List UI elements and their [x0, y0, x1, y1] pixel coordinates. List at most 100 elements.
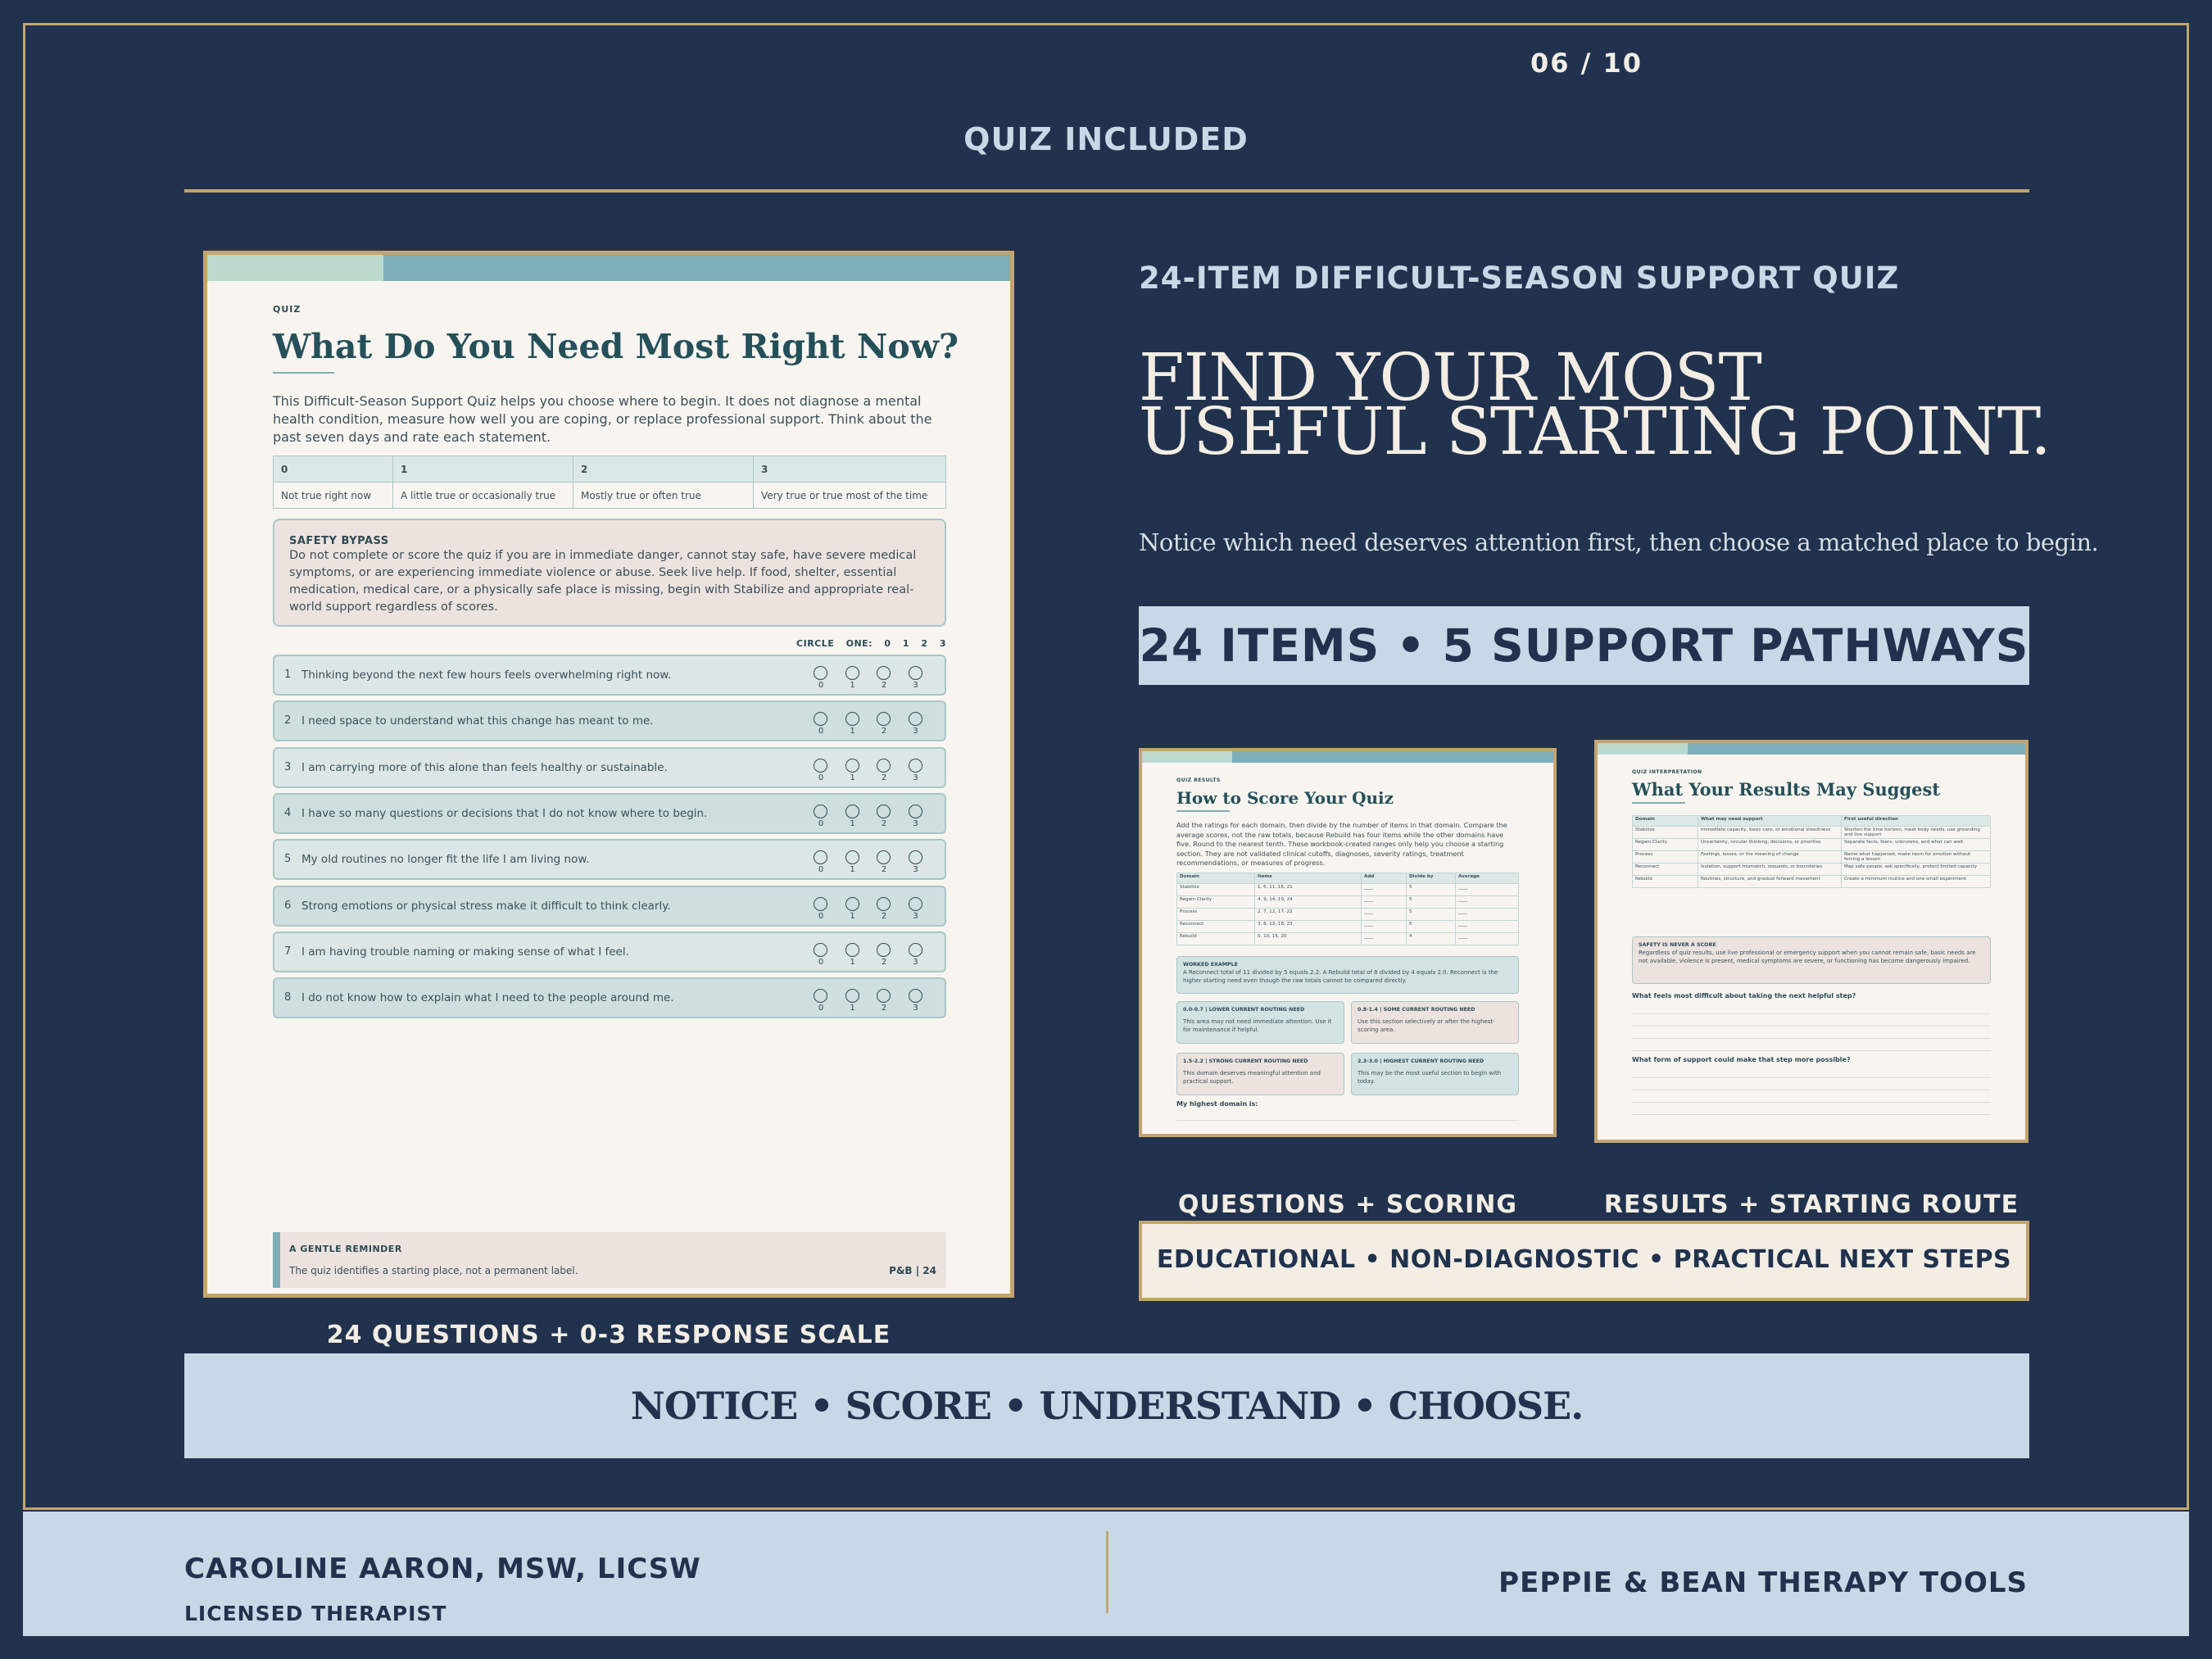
rating-option[interactable]: 3 [908, 666, 923, 690]
rating-option[interactable]: 1 [845, 804, 860, 828]
table-row: Regain Clarity Uncertainty, circular thin… [1632, 838, 1991, 851]
rating-option[interactable]: 0 [814, 712, 828, 736]
quiz-item: 2 I need space to understand what this ch… [273, 700, 946, 742]
rating-option[interactable]: 1 [845, 666, 860, 690]
worked-example-text: A Reconnect total of 11 divided by 5 equ… [1183, 969, 1498, 984]
rating-value: 3 [913, 957, 918, 967]
radio-circle[interactable] [814, 712, 827, 727]
rating-option[interactable]: 2 [877, 712, 891, 736]
radio-circle[interactable] [814, 804, 827, 818]
radio-circle[interactable] [814, 942, 827, 957]
response-scale-table: 0 1 2 3 Not true right now A little true… [273, 456, 946, 509]
rating-option[interactable]: 1 [845, 989, 860, 1013]
rating-option[interactable]: 2 [877, 666, 891, 690]
range-text: This domain deserves meaningful attentio… [1183, 1070, 1321, 1085]
rating-option[interactable]: 0 [814, 758, 828, 782]
section-label: QUIZ INCLUDED [963, 121, 1249, 157]
rating-option[interactable]: 1 [845, 758, 860, 782]
radio-circle[interactable] [908, 850, 922, 865]
rating-option[interactable]: 0 [814, 942, 828, 967]
item-number: 6 [284, 899, 292, 912]
rating-option[interactable]: 0 [814, 850, 828, 874]
items-pathways-band: 24 ITEMS • 5 SUPPORT PATHWAYS [1139, 606, 2029, 685]
radio-circle[interactable] [877, 942, 891, 957]
radio-circle[interactable] [845, 850, 859, 865]
rating-option[interactable]: 3 [908, 850, 923, 874]
rating-option[interactable]: 2 [877, 989, 891, 1013]
gold-divider [184, 189, 2029, 193]
radio-circle[interactable] [814, 989, 827, 1004]
item-statement: My old routines no longer fit the life I… [301, 853, 590, 867]
radio-circle[interactable] [845, 666, 859, 680]
range-title: 0.8-1.4 | SOME CURRENT ROUTING NEED [1358, 1007, 1475, 1013]
table-cell: Reconnect [1632, 863, 1698, 876]
radio-circle[interactable] [908, 989, 922, 1004]
table-row: Reconnect 3, 8, 13, 18, 23 ____ 5 ____ [1176, 920, 1519, 933]
radio-circle[interactable] [877, 666, 891, 680]
quiz-page-header-bar [207, 255, 1010, 281]
table-header: First useful direction [1841, 815, 1991, 827]
writing-line [1632, 1013, 1991, 1014]
rating-option[interactable]: 1 [845, 850, 860, 874]
table-header: What may need support [1698, 815, 1842, 827]
rating-option[interactable]: 1 [845, 712, 860, 736]
radio-circle[interactable] [845, 942, 859, 957]
radio-circle[interactable] [877, 712, 891, 727]
table-cell: 5 [1406, 920, 1456, 933]
rating-option[interactable]: 0 [814, 666, 828, 690]
radio-circle[interactable] [877, 758, 891, 773]
results-page-thumbnail: QUIZ INTERPRETATION What Your Results Ma… [1594, 740, 2028, 1143]
radio-circle[interactable] [845, 712, 859, 727]
table-cell: 4 [1406, 932, 1456, 945]
radio-circle[interactable] [814, 850, 827, 865]
radio-circle[interactable] [814, 758, 827, 773]
rating-option[interactable]: 3 [908, 712, 923, 736]
radio-circle[interactable] [845, 896, 859, 911]
rating-option[interactable]: 2 [877, 850, 891, 874]
rating-option[interactable]: 2 [877, 804, 891, 828]
scoring-instructions: Add the ratings for each domain, then di… [1176, 821, 1507, 867]
rating-option[interactable]: 1 [845, 896, 860, 921]
radio-circle[interactable] [877, 850, 891, 865]
rating-option[interactable]: 0 [814, 804, 828, 828]
rating-value: 1 [850, 1004, 855, 1013]
reflection-question: What form of support could make that ste… [1632, 1056, 1851, 1063]
rating-value: 2 [881, 911, 887, 921]
radio-circle[interactable] [908, 666, 922, 680]
radio-circle[interactable] [908, 712, 922, 727]
radio-circle[interactable] [814, 896, 827, 911]
radio-circle[interactable] [877, 804, 891, 818]
radio-circle[interactable] [908, 896, 922, 911]
item-number: 7 [284, 945, 292, 958]
radio-circle[interactable] [908, 758, 922, 773]
radio-circle[interactable] [877, 989, 891, 1004]
rating-option[interactable]: 2 [877, 758, 891, 782]
radio-circle[interactable] [845, 758, 859, 773]
radio-circle[interactable] [877, 896, 891, 911]
item-number: 8 [284, 991, 292, 1004]
table-header: Average [1455, 873, 1519, 884]
radio-circle[interactable] [908, 942, 922, 957]
rating-option[interactable]: 1 [845, 942, 860, 967]
worked-example-box: WORKED EXAMPLE A Reconnect total of 11 d… [1176, 956, 1519, 994]
radio-circle[interactable] [845, 804, 859, 818]
radio-circle[interactable] [908, 804, 922, 818]
radio-circle[interactable] [845, 989, 859, 1004]
rating-option[interactable]: 0 [814, 989, 828, 1013]
rating-option[interactable]: 2 [877, 942, 891, 967]
rating-option[interactable]: 3 [908, 804, 923, 828]
scale-value: 3 [753, 456, 946, 483]
rating-option[interactable]: 3 [908, 989, 923, 1013]
rating-option[interactable]: 3 [908, 942, 923, 967]
rating-option[interactable]: 3 [908, 758, 923, 782]
radio-circle[interactable] [814, 666, 827, 680]
rating-option[interactable]: 3 [908, 896, 923, 921]
rating-value: 3 [913, 773, 918, 782]
quiz-subtitle: 24-ITEM DIFFICULT-SEASON SUPPORT QUIZ [1139, 261, 1900, 296]
scoring-table: Domain Items Add Divide by Average Stabilize 1… [1176, 873, 1519, 945]
rating-options: 0 1 2 3 [814, 942, 936, 972]
rating-option[interactable]: 2 [877, 896, 891, 921]
rating-option[interactable]: 0 [814, 896, 828, 921]
thumb-header-bar [1598, 743, 2025, 755]
table-cell: ____ [1361, 883, 1407, 896]
